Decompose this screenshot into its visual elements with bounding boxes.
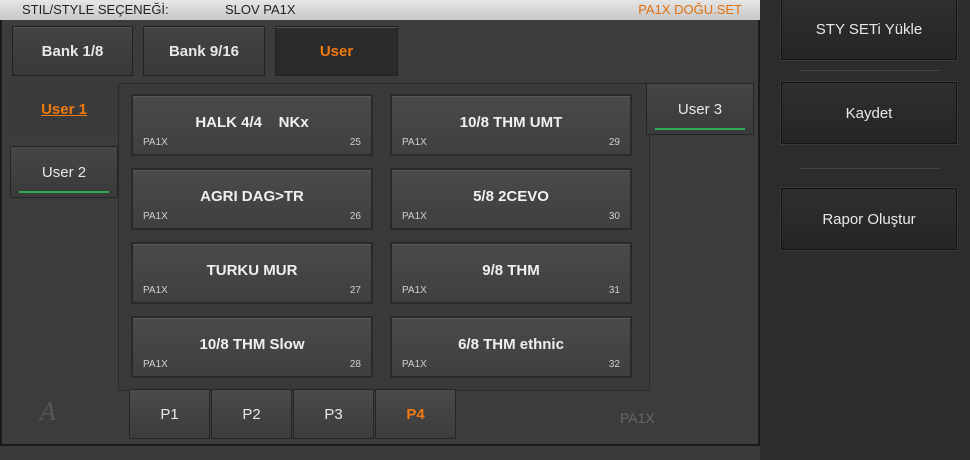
slot-name: HALK 4/4 NKx (195, 114, 309, 131)
load-sty-set-button[interactable]: STY SETi Yükle (781, 0, 957, 60)
logo-a-icon: A (40, 398, 58, 426)
style-slot-27[interactable]: TURKU MUR PA1X 27 (131, 242, 373, 304)
slot-number: 32 (608, 359, 620, 370)
tab-user-1-label: User 1 (41, 100, 87, 118)
slot-name: 5/8 2CEVO (473, 188, 549, 205)
title-bar: STIL/STYLE SEÇENEĞİ: SLOV PA1X PA1X DOĞU… (0, 0, 760, 21)
slot-name: 9/8 THM (482, 262, 540, 279)
tab-user-3-indicator (655, 128, 745, 130)
page-p3-button[interactable]: P3 (293, 389, 374, 439)
slot-name: 10/8 THM Slow (199, 336, 305, 353)
slot-source: PA1X (402, 137, 427, 148)
style-slot-26[interactable]: AGRI DAG>TR PA1X 26 (131, 168, 373, 230)
slot-number: 28 (349, 359, 361, 370)
tab-user-2-label: User 2 (41, 163, 87, 181)
tab-user-1[interactable]: User 1 (10, 83, 118, 135)
tab-user-2-indicator (19, 191, 109, 193)
slot-number: 27 (349, 285, 361, 296)
style-slot-32[interactable]: 6/8 THM ethnic PA1X 32 (390, 316, 632, 378)
style-slot-30[interactable]: 5/8 2CEVO PA1X 30 (390, 168, 632, 230)
save-button[interactable]: Kaydet (781, 82, 957, 144)
slot-number: 30 (608, 211, 620, 222)
tab-user-3[interactable]: User 3 (646, 83, 754, 135)
page-p1-button[interactable]: P1 (129, 389, 210, 439)
mode-label: STIL/STYLE SEÇENEĞİ: (22, 2, 169, 17)
style-slot-31[interactable]: 9/8 THM PA1X 31 (390, 242, 632, 304)
slot-number: 26 (349, 211, 361, 222)
brand-watermark: PA1X (620, 410, 655, 426)
slot-number: 29 (608, 137, 620, 148)
slot-source: PA1X (402, 285, 427, 296)
page-p4-button[interactable]: P4 (375, 389, 456, 439)
divider (800, 70, 940, 71)
divider (800, 168, 940, 169)
slot-source: PA1X (402, 359, 427, 370)
slot-source: PA1X (143, 285, 168, 296)
page-p2-button[interactable]: P2 (211, 389, 292, 439)
create-report-button[interactable]: Rapor Oluştur (781, 188, 957, 250)
slot-source: PA1X (143, 359, 168, 370)
style-slot-28[interactable]: 10/8 THM Slow PA1X 28 (131, 316, 373, 378)
style-slot-25[interactable]: HALK 4/4 NKx PA1X 25 (131, 94, 373, 156)
current-style-name: SLOV PA1X (225, 2, 296, 17)
slot-name: AGRI DAG>TR (200, 188, 304, 205)
slot-name: 6/8 THM ethnic (458, 336, 564, 353)
tab-user-2[interactable]: User 2 (10, 146, 118, 198)
user-bank-button[interactable]: User (275, 26, 398, 76)
bank-9-16-button[interactable]: Bank 9/16 (143, 26, 265, 76)
slot-source: PA1X (143, 137, 168, 148)
slot-source: PA1X (402, 211, 427, 222)
style-selection-window: STIL/STYLE SEÇENEĞİ: SLOV PA1X PA1X DOĞU… (0, 0, 760, 460)
slot-number: 25 (349, 137, 361, 148)
slot-name: TURKU MUR (206, 262, 298, 279)
slot-source: PA1X (143, 211, 168, 222)
bank-1-8-button[interactable]: Bank 1/8 (12, 26, 133, 76)
tab-user-3-label: User 3 (677, 100, 723, 118)
style-slot-29[interactable]: 10/8 THM UMT PA1X 29 (390, 94, 632, 156)
slot-number: 31 (608, 285, 620, 296)
slot-name: 10/8 THM UMT (459, 114, 563, 131)
current-set-name: PA1X DOĞU.SET (638, 2, 742, 17)
